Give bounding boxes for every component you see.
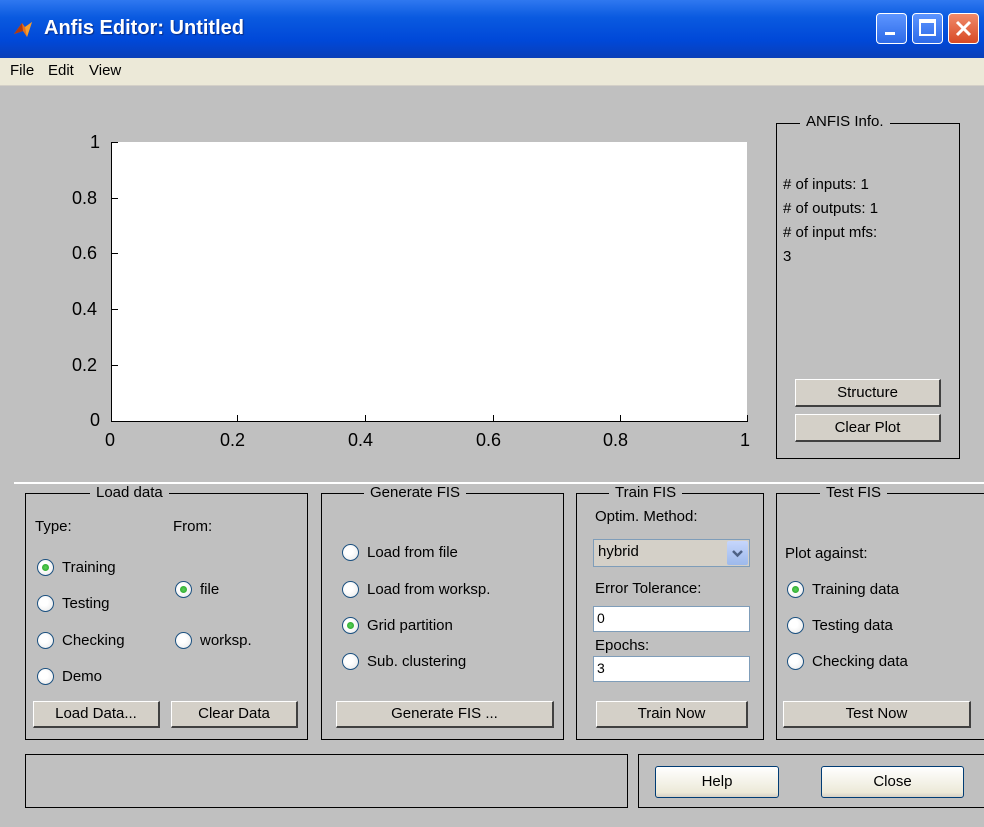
info-input-mfs-label: # of input mfs: [783,224,878,241]
radio-button[interactable] [342,581,359,598]
load-data-title: Load data [90,484,169,502]
menu-bar: File Edit View [0,58,984,86]
x-tick-label: 0.4 [348,430,374,450]
y-tick [112,309,118,310]
close-icon [955,20,972,37]
radio-button[interactable] [787,617,804,634]
train-now-button[interactable]: Train Now [596,701,748,728]
radio-button[interactable] [787,581,804,598]
x-tick-label: 0.8 [603,430,629,450]
plot-against-label: Plot against: [785,545,868,562]
generate-fis-title: Generate FIS [364,484,467,502]
error-tolerance-input[interactable]: 0 [593,606,750,632]
radio-button[interactable] [342,617,359,634]
test-fis-title: Test FIS [820,484,888,502]
info-input-mfs-value: 3 [783,248,792,265]
radio-button[interactable] [787,653,804,670]
radio-button[interactable] [37,668,54,685]
radio-button[interactable] [37,595,54,612]
x-axis [111,421,748,422]
x-tick-label: 0.6 [476,430,502,450]
x-tick-label: 0.2 [220,430,246,450]
x-tick [365,415,366,421]
window-title: Anfis Editor: Untitled [44,17,244,39]
epochs-input[interactable]: 3 [593,656,750,682]
error-tolerance-label: Error Tolerance: [595,580,702,597]
from-label: From: [173,518,213,535]
test-now-button[interactable]: Test Now [783,701,971,728]
info-inputs: # of inputs: 1 [783,176,869,193]
load-data-button[interactable]: Load Data... [33,701,160,728]
title-bar[interactable]: Anfis Editor: Untitled [0,0,984,58]
y-tick [112,365,118,366]
maximize-icon [919,19,936,36]
menu-file[interactable]: File [10,62,34,79]
anfis-info-title: ANFIS Info. [800,113,890,131]
y-tick [112,198,118,199]
x-tick-label: 0 [105,430,116,450]
clear-data-button[interactable]: Clear Data [171,701,298,728]
y-tick-label: 0 [90,410,101,430]
optim-method-label: Optim. Method: [595,508,698,525]
radio-button[interactable] [37,559,54,576]
optim-method-value: hybrid [598,543,639,560]
y-tick-label: 1 [90,132,101,152]
plot-area [112,142,747,421]
help-button[interactable]: Help [655,766,779,798]
x-tick [620,415,621,421]
train-fis-title: Train FIS [609,484,683,502]
x-tick [493,415,494,421]
y-tick-label: 0.6 [72,243,98,263]
radio-button[interactable] [342,544,359,561]
y-tick [112,253,118,254]
radio-button[interactable] [175,581,192,598]
radio-button[interactable] [342,653,359,670]
info-outputs: # of outputs: 1 [783,200,879,217]
minimize-button[interactable] [876,13,907,44]
radio-button[interactable] [37,632,54,649]
clear-plot-button[interactable]: Clear Plot [795,414,941,442]
y-tick-label: 0.4 [72,299,98,319]
menu-edit[interactable]: Edit [48,62,74,79]
y-tick-label: 0.8 [72,188,98,208]
matlab-icon [14,22,32,37]
maximize-button[interactable] [912,13,943,44]
type-label: Type: [35,518,72,535]
close-button[interactable]: Close [821,766,964,798]
close-window-button[interactable] [948,13,979,44]
y-tick-label: 0.2 [72,355,98,375]
x-tick-label: 1 [740,430,751,450]
optim-method-select[interactable]: hybrid [593,539,750,567]
anfis-editor-window: Anfis Editor: Untitled File Edit View 1 … [0,0,984,827]
y-tick [112,142,118,143]
chevron-down-icon[interactable] [727,541,748,565]
anfis-info-panel [776,123,960,459]
epochs-label: Epochs: [595,637,650,654]
y-axis [111,142,112,422]
minimize-icon [885,32,895,35]
generate-fis-button[interactable]: Generate FIS ... [336,701,554,728]
radio-button[interactable] [175,632,192,649]
menu-view[interactable]: View [89,62,121,79]
structure-button[interactable]: Structure [795,379,941,407]
status-area [25,754,628,808]
x-tick [237,415,238,421]
x-tick [747,415,748,421]
